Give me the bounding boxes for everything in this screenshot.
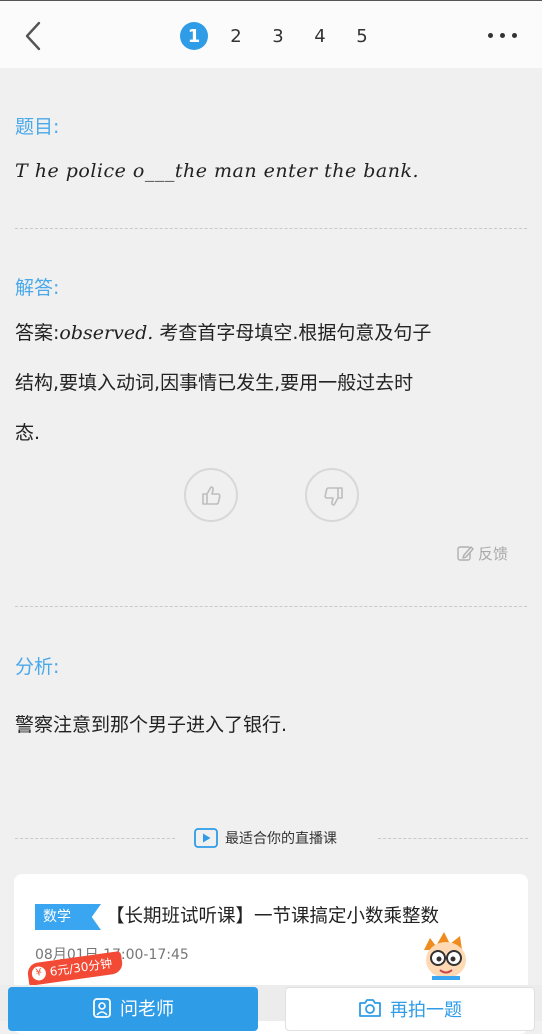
- page-5-button[interactable]: 5: [348, 22, 376, 50]
- answer-line-1: 答案:observed. 考查首字母填空.根据句意及句子: [15, 322, 432, 344]
- dislike-button[interactable]: [305, 468, 359, 522]
- subject-tag: 数学: [35, 904, 101, 930]
- divider-left: [15, 838, 175, 839]
- ask-teacher-button[interactable]: 问老师: [8, 987, 258, 1031]
- teacher-icon: [93, 998, 111, 1018]
- page-4-button[interactable]: 4: [306, 22, 334, 50]
- live-course-header-label: 最适合你的直播课: [225, 831, 337, 847]
- back-button[interactable]: [20, 19, 50, 53]
- question-title: 题目:: [15, 116, 60, 138]
- answer-line-2: 结构,要填入动词,因事情已发生,要用一般过去时: [15, 372, 414, 394]
- answer-text: 答案:observed. 考查首字母填空.根据句意及句子 结构,要填入动词,因事…: [15, 308, 525, 458]
- video-play-icon: [194, 828, 218, 848]
- question-pager: 1 2 3 4 5: [180, 21, 390, 51]
- retake-photo-label: 再拍一题: [390, 1000, 462, 1021]
- more-dots-icon: [488, 33, 493, 38]
- camera-icon: [359, 999, 381, 1017]
- thumbs-up-icon: [202, 486, 221, 505]
- retake-photo-button[interactable]: 再拍一题: [285, 987, 535, 1031]
- more-menu-button[interactable]: [486, 27, 520, 43]
- mascot-image: [424, 932, 466, 980]
- divider: [15, 228, 527, 229]
- chevron-left-icon: [25, 21, 41, 51]
- analysis-title: 分析:: [15, 656, 60, 678]
- coin-icon: ¥: [30, 965, 47, 982]
- page-3-button[interactable]: 3: [264, 22, 292, 50]
- divider-right: [378, 838, 528, 839]
- feedback-label: 反馈: [478, 544, 509, 563]
- analysis-text: 警察注意到那个男子进入了银行.: [15, 714, 288, 736]
- like-button[interactable]: [184, 468, 238, 522]
- course-title: 【长期班试听课】一节课搞定小数乘整数: [106, 906, 440, 927]
- divider: [15, 606, 527, 607]
- answer-title: 解答:: [15, 277, 60, 299]
- answer-word: observed.: [59, 322, 154, 344]
- ask-teacher-label: 问老师: [120, 999, 174, 1020]
- edit-icon: [457, 546, 474, 561]
- answer-line-3: 态.: [15, 422, 41, 444]
- page-2-button[interactable]: 2: [222, 22, 250, 50]
- live-course-header: 最适合你的直播课: [194, 828, 337, 848]
- feedback-button[interactable]: 反馈: [456, 542, 508, 564]
- page-1-button[interactable]: 1: [180, 22, 208, 50]
- top-bar: 1 2 3 4 5: [0, 0, 542, 68]
- question-text: T he police o___the man enter the bank.: [15, 160, 420, 182]
- thumbs-down-icon: [324, 487, 343, 506]
